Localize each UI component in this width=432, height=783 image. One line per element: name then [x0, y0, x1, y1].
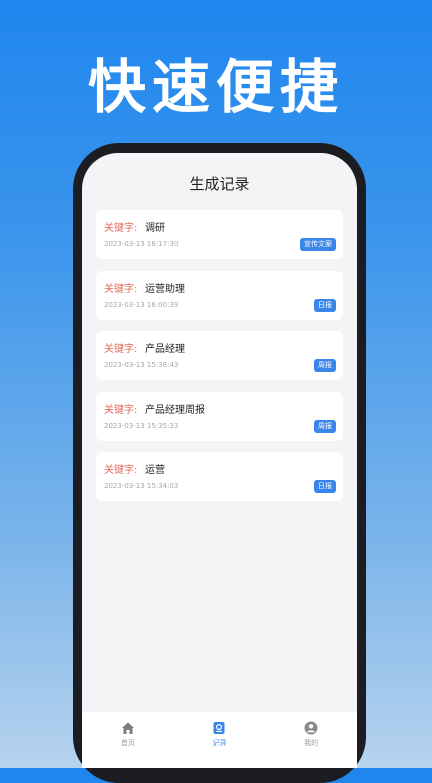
keyword-label: 关键字:: [104, 404, 138, 416]
watermark: 康掌门 • KANGZM.COM: [133, 742, 299, 758]
keyword-value: 运营助理: [145, 283, 185, 295]
record-type-badge: 日报: [314, 298, 336, 312]
keyword-label: 关键字:: [104, 465, 138, 476]
keyword-label: 关键字:: [104, 283, 138, 295]
record-timestamp: 2023-03-13 16:17:30: [104, 240, 179, 248]
keyword-label: 关键字:: [104, 344, 138, 355]
record-type-badge: 宣传文案: [300, 238, 336, 251]
keyword-value: 运营: [145, 465, 165, 476]
record-timestamp: 2023-03-13 15:36:43: [104, 361, 179, 369]
record-timestamp: 2023-03-13 15:35:33: [104, 421, 179, 430]
record-timestamp: 2023-03-13 15:34:03: [104, 482, 179, 490]
keyword-label: 关键字:: [104, 223, 138, 234]
record-type-badge: 周报: [314, 359, 336, 372]
keyword-value: 产品经理: [145, 344, 185, 355]
record-card[interactable]: 关键字: 调研 2023-03-13 16:17:30 宣传文案: [96, 210, 343, 259]
record-icon: [213, 722, 225, 734]
record-list: 关键字: 调研 2023-03-13 16:17:30 宣传文案 关键字: 运营…: [96, 210, 343, 513]
app-screen: 生成记录 关键字: 调研 2023-03-13 16:17:30 宣传文案 关键…: [82, 153, 357, 768]
record-card[interactable]: 关键字: 运营助理 2023-03-13 16:00:39 日报: [96, 270, 343, 320]
keyword-value: 产品经理周报: [145, 404, 205, 416]
keyword-value: 调研: [145, 223, 165, 234]
record-type-badge: 日报: [314, 480, 336, 493]
record-card[interactable]: 关键字: 运营 2023-03-13 15:34:03 日报: [96, 452, 343, 501]
record-type-badge: 周报: [314, 419, 336, 433]
page-title: 生成记录: [189, 175, 250, 193]
profile-icon: [304, 721, 318, 735]
promo-headline: 快速便捷: [87, 53, 344, 121]
record-card[interactable]: 关键字: 产品经理周报 2023-03-13 15:35:33 周报: [96, 391, 343, 441]
record-card[interactable]: 关键字: 产品经理 2023-03-13 15:36:43 周报: [96, 331, 343, 380]
record-timestamp: 2023-03-13 16:00:39: [104, 300, 179, 309]
home-icon: [121, 722, 134, 734]
